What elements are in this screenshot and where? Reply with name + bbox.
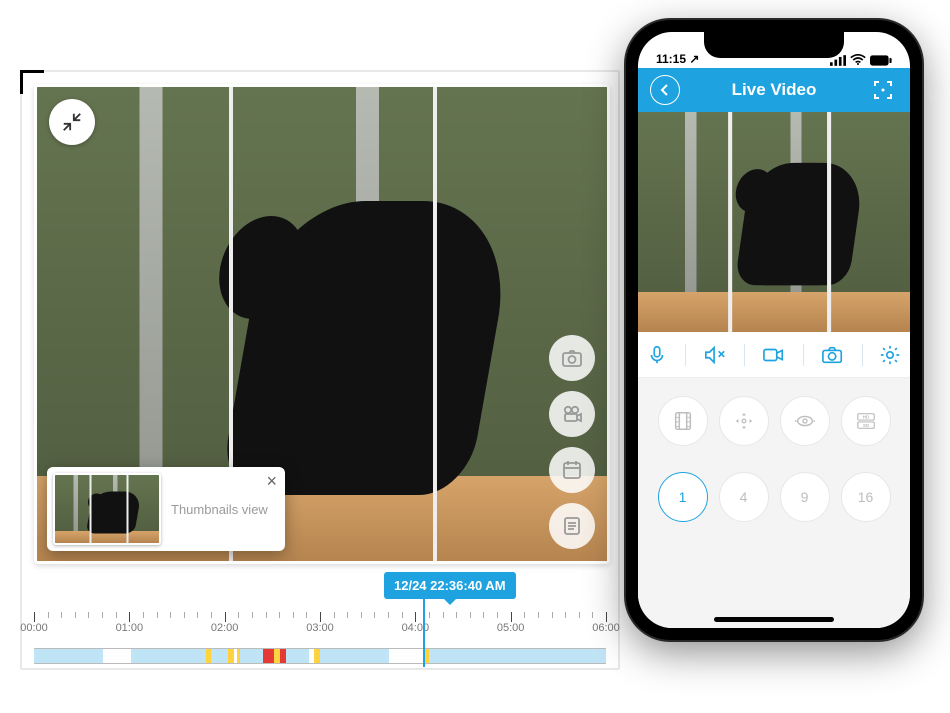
photo-camera-icon xyxy=(821,344,845,366)
thumbnail-preview[interactable] xyxy=(53,473,161,545)
direction-pad-button[interactable] xyxy=(719,396,769,446)
home-indicator[interactable] xyxy=(714,617,834,622)
chevron-left-icon xyxy=(659,84,671,96)
control-row-1: HD SD xyxy=(652,396,896,446)
quality-button[interactable]: HD SD xyxy=(841,396,891,446)
timeline-segment-idle[interactable] xyxy=(240,649,263,663)
timeline-segment-warn[interactable] xyxy=(228,649,234,663)
grid-4-button[interactable]: 4 xyxy=(719,472,769,522)
grid-size-row: 1 4 9 16 xyxy=(652,472,896,522)
playback-video-frame[interactable]: Thumbnails view × xyxy=(34,84,610,564)
intruder-figure xyxy=(228,201,519,495)
header-title: Live Video xyxy=(732,80,817,100)
fullscreen-icon xyxy=(873,80,893,100)
snapshot-button[interactable] xyxy=(549,335,595,381)
fullscreen-button[interactable] xyxy=(868,75,898,105)
film-roll-icon xyxy=(672,410,694,432)
tick-label: 02:00 xyxy=(211,622,239,634)
video-side-toolbar xyxy=(549,335,595,549)
timeline-ticks: 00:0001:0002:0003:0004:0005:0006:00 xyxy=(34,612,606,628)
shrink-icon xyxy=(61,111,83,133)
back-button[interactable] xyxy=(650,75,680,105)
live-scene-image xyxy=(638,112,910,332)
list-button[interactable] xyxy=(549,503,595,549)
grid-16-button[interactable]: 16 xyxy=(841,472,891,522)
svg-text:HD: HD xyxy=(862,415,869,420)
grid-9-button[interactable]: 9 xyxy=(780,472,830,522)
intruder-figure xyxy=(743,163,865,286)
tick-label: 04:00 xyxy=(402,622,430,634)
thumbnail-popover: Thumbnails view × xyxy=(47,467,285,551)
tick-label: 03:00 xyxy=(306,622,334,634)
app-header: Live Video xyxy=(638,68,910,112)
timestamp-tooltip: 12/24 22:36:40 AM xyxy=(384,572,516,599)
location-arrow-icon: ↗ xyxy=(689,52,699,66)
timeline-track[interactable] xyxy=(34,648,606,664)
timeline[interactable]: 00:0001:0002:0003:0004:0005:0006:00 xyxy=(34,612,606,660)
live-toolbar xyxy=(638,332,910,378)
speaker-mute-button[interactable] xyxy=(703,344,727,366)
timeline-segment-warn[interactable] xyxy=(274,649,280,663)
timeline-segment-idle[interactable] xyxy=(286,649,309,663)
settings-button[interactable] xyxy=(879,344,901,366)
timeline-playhead[interactable] xyxy=(423,599,425,667)
calendar-button[interactable] xyxy=(549,447,595,493)
timeline-segment-idle[interactable] xyxy=(211,649,228,663)
thumbnail-close-button[interactable]: × xyxy=(266,471,277,492)
timeline-segment-alert[interactable] xyxy=(280,649,286,663)
phone-notch xyxy=(704,32,844,58)
record-button[interactable] xyxy=(549,391,595,437)
control-pad: HD SD 1 4 9 16 xyxy=(638,378,910,628)
wifi-icon xyxy=(850,54,866,66)
timeline-segment-alert[interactable] xyxy=(263,649,274,663)
thumbnail-label: Thumbnails view xyxy=(171,502,268,517)
ptz-icon xyxy=(794,410,816,432)
grid-1-button[interactable]: 1 xyxy=(658,472,708,522)
exit-fullscreen-button[interactable] xyxy=(49,99,95,145)
calendar-icon xyxy=(560,458,584,482)
playback-panel: Thumbnails view × 12/24 22:36:40 AM 00:0… xyxy=(20,70,620,670)
tick-label: 05:00 xyxy=(497,622,525,634)
svg-text:SD: SD xyxy=(862,423,869,428)
tick-label: 01:00 xyxy=(116,622,144,634)
timeline-segment-warn[interactable] xyxy=(314,649,320,663)
ptz-button[interactable] xyxy=(780,396,830,446)
timeline-segment-idle[interactable] xyxy=(320,649,389,663)
status-time: 11:15 xyxy=(656,52,686,66)
video-camera-icon xyxy=(762,344,786,366)
recordings-button[interactable] xyxy=(658,396,708,446)
microphone-icon xyxy=(646,344,668,366)
tick-label: 00:00 xyxy=(20,622,48,634)
timeline-segment-idle[interactable] xyxy=(131,649,205,663)
timeline-segment-idle[interactable] xyxy=(34,649,103,663)
video-record-button[interactable] xyxy=(762,344,786,366)
tick-label: 06:00 xyxy=(592,622,620,634)
timeline-segment-idle[interactable] xyxy=(429,649,606,663)
phone-mockup: 11:15 ↗ Live Video xyxy=(626,20,922,640)
live-video-view[interactable] xyxy=(638,112,910,332)
hd-sd-icon: HD SD xyxy=(855,410,877,432)
timeline-segment-warn[interactable] xyxy=(237,649,240,663)
dpad-icon xyxy=(733,410,755,432)
camera-icon xyxy=(560,346,584,370)
photo-snapshot-button[interactable] xyxy=(821,344,845,366)
battery-icon xyxy=(870,55,892,66)
microphone-button[interactable] xyxy=(646,344,668,366)
film-camera-icon xyxy=(560,402,584,426)
phone-screen: 11:15 ↗ Live Video xyxy=(638,32,910,628)
document-icon xyxy=(560,514,584,538)
timeline-segment-warn[interactable] xyxy=(206,649,212,663)
speaker-muted-icon xyxy=(703,344,727,366)
gear-icon xyxy=(879,344,901,366)
